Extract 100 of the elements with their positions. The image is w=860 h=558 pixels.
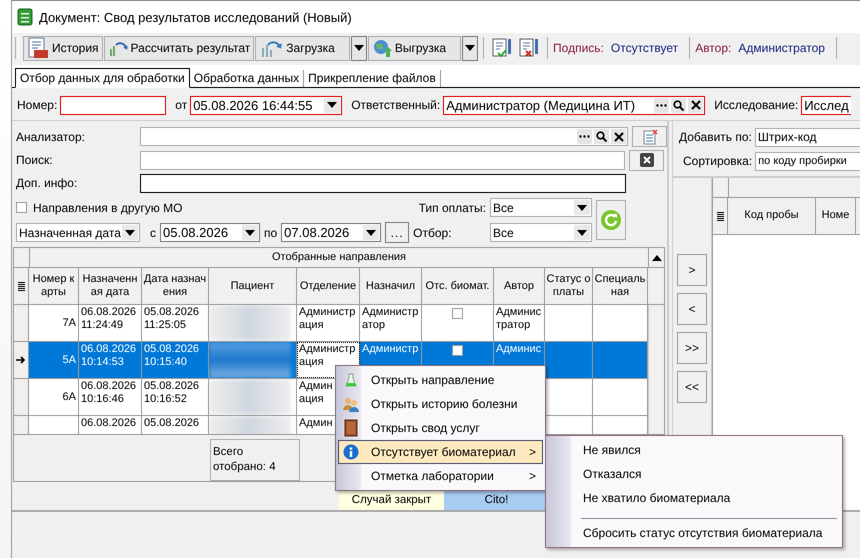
date-type-select[interactable]: Назначенная дата (16, 223, 140, 242)
table-cell: 05.08.2026 (144, 417, 200, 430)
toolbar-button[interactable]: Выгрузка (368, 36, 462, 60)
payment-select[interactable]: Все (490, 198, 592, 218)
checkbox[interactable] (452, 345, 463, 356)
globe-icon (372, 38, 392, 58)
move-button[interactable]: >> (677, 332, 707, 364)
window-title: Документ: Свод результатов исследований (Новый) (39, 10, 352, 24)
table-cell-text: Администрация (299, 343, 356, 368)
people-icon (342, 396, 360, 412)
caret-icon (465, 45, 476, 51)
menu-item[interactable]: Не явился (548, 438, 840, 462)
column-header[interactable]: Пациент (209, 268, 297, 304)
from-date-field[interactable]: 05.08.2026 (160, 223, 260, 242)
menu-item[interactable]: Отказался (548, 462, 840, 486)
caret-icon (577, 230, 587, 236)
more-button[interactable]: ... (385, 222, 410, 244)
move-button[interactable]: < (677, 293, 707, 325)
toolbar-button[interactable]: Загрузка (255, 36, 350, 60)
log-icon (27, 37, 49, 59)
to-date-field[interactable]: 07.08.2026 (281, 223, 382, 242)
table-cell-text: Администрация (299, 306, 356, 332)
clear-button[interactable] (629, 150, 664, 171)
column-header[interactable]: Назначенная дата (79, 268, 142, 304)
sort-label: Сортировка: (683, 154, 752, 168)
study-field[interactable]: Исслед (801, 96, 851, 114)
toolbar-button[interactable]: Рассчитать результат (104, 36, 254, 60)
number-label: Номер: (17, 98, 58, 112)
column-header[interactable]: Код пробы (728, 198, 816, 234)
table-cell: Админ (299, 417, 333, 430)
menu-item[interactable]: Отметка лаборатории > (338, 464, 543, 488)
to-label: по (264, 226, 278, 240)
scrollbar[interactable] (648, 305, 664, 434)
info-label: Доп. инфо: (16, 176, 78, 190)
info-icon (343, 444, 359, 460)
menu-item[interactable]: Не хватило биоматериала (548, 486, 840, 510)
caret-icon (327, 102, 338, 108)
table-cell: 06.08.2026 (81, 417, 136, 430)
add-by-label: Добавить по: (679, 130, 752, 144)
move-button[interactable]: << (677, 371, 707, 403)
table-cell: 6А (62, 390, 76, 404)
clear-icon[interactable] (611, 129, 626, 144)
table-cell: Админ ация (299, 380, 333, 406)
tab[interactable]: Отбор данных для обработки (15, 68, 190, 88)
author-label: Автор: (695, 41, 732, 55)
table-cell-text: 05.08.2026 11:25:05 (144, 306, 200, 332)
column-header[interactable]: Отделение (297, 268, 360, 304)
total-count: Всего отобрано: 4 (210, 439, 300, 481)
sort-select[interactable]: по коду пробирки (755, 152, 860, 170)
column-header[interactable]: Номе (816, 198, 856, 234)
clear-list-button[interactable] (632, 126, 667, 148)
caret-icon (366, 230, 376, 236)
column-header[interactable]: Автор (494, 268, 545, 304)
table-cell: 5А (62, 354, 76, 366)
author-value: Администратор (738, 41, 825, 55)
date-field[interactable]: 05.08.2026 16:44:55 (190, 96, 342, 114)
toolbar-button[interactable]: История (23, 36, 103, 60)
menu-item[interactable]: Отсутствует биоматериал > (338, 440, 543, 464)
move-button[interactable]: > (677, 254, 707, 286)
clear-icon[interactable] (688, 98, 704, 112)
selection-select[interactable]: Все (490, 223, 592, 242)
menu-item[interactable]: Сбросить статус отсутствия биоматериала (548, 517, 840, 545)
column-header[interactable]: Назначил (360, 268, 422, 304)
column-header[interactable]: Дата назначения (142, 268, 209, 304)
legend-item: Случай закрыт (339, 490, 444, 510)
responsible-label: Ответственный: (351, 98, 440, 112)
more-icon[interactable] (654, 98, 670, 112)
column-header[interactable]: Номер карты (29, 268, 79, 304)
search-icon[interactable] (671, 98, 686, 112)
current-row-icon (16, 356, 26, 364)
analyzer-field[interactable] (140, 127, 628, 146)
number-field[interactable] (60, 96, 166, 114)
info-field[interactable] (140, 174, 626, 193)
book-icon (344, 419, 358, 437)
search-icon[interactable] (594, 129, 609, 144)
checkbox[interactable] (16, 202, 27, 214)
table-cell: Администратор (362, 306, 419, 332)
scroll-up-icon[interactable] (648, 248, 664, 268)
column-header[interactable]: Статус оплаты (545, 268, 593, 304)
checkbox-label: Направления в другую МО (33, 200, 182, 215)
search-field[interactable] (140, 150, 625, 170)
table-cell-text: 06.08.2026 10:14:53 (81, 343, 138, 368)
more-icon[interactable] (577, 129, 592, 144)
payment-label: Тип оплаты: (418, 200, 486, 215)
column-header[interactable]: Отс. биомат. (422, 268, 494, 304)
date-label: от (175, 98, 188, 112)
checkbox[interactable] (452, 308, 463, 320)
dropdown-button[interactable] (462, 36, 478, 60)
table-cell: Администратор (496, 306, 542, 332)
add-by-select[interactable]: Штрих-код (754, 128, 860, 146)
flask-icon (345, 373, 357, 387)
signature-value: Отсутствует (610, 41, 678, 55)
menu-item[interactable]: Открыть историю болезни (338, 392, 543, 416)
responsible-field[interactable]: Администратор (Медицина ИТ) (443, 96, 706, 114)
table-cell-text: 06.08.2026 11:24:49 (81, 306, 138, 332)
caret-icon (125, 230, 135, 236)
dropdown-button[interactable] (350, 36, 367, 60)
table-cell: Администр (362, 343, 418, 356)
document-remove-icon (642, 128, 658, 145)
caret-icon (245, 230, 255, 236)
